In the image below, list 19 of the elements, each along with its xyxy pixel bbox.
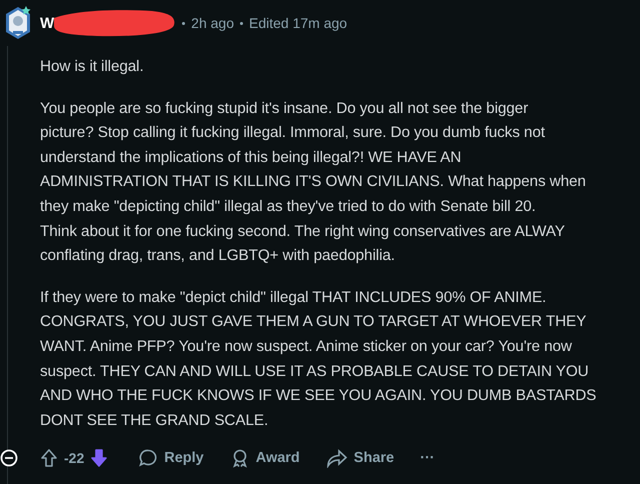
post-time: 2h ago xyxy=(191,15,234,31)
separator-dot xyxy=(182,22,186,24)
speech-bubble-icon xyxy=(138,448,158,468)
more-options-button[interactable]: ··· xyxy=(420,450,435,466)
avatar-icon[interactable] xyxy=(4,5,32,41)
comment-paragraph: How is it illegal. xyxy=(40,57,145,77)
downvote-button[interactable] xyxy=(90,448,108,468)
award-button[interactable]: Award xyxy=(230,448,300,468)
comment-paragraph: You people are so fucking stupid it's insane. Do you all not see the bigger picture? Stop calling it fucking illegal. Immoral, sure. Do you dumb fucks not understand the implications of this being illegal?! WE HAVE AN ADMINISTRATION THAT IS KILLING IT'S OWN CIVILIANS. What happens when they make "depicting child" illegal as they've tried to do with Senate bill 20. Think about it for one fucking second. The right wing conservatives are ALWAY conflating drag, trans, and LGBTQ+ with paedophilia. xyxy=(40,98,587,266)
collapse-toggle[interactable] xyxy=(0,449,18,467)
edited-time: Edited 17m ago xyxy=(249,15,348,31)
share-button[interactable]: Share xyxy=(326,448,394,468)
reply-button[interactable]: Reply xyxy=(138,448,204,468)
separator-dot xyxy=(240,22,243,24)
vote-score: -22 xyxy=(64,450,84,466)
comment-paragraph: If they were to make "depict child" illegal THAT INCLUDES 90% OF ANIME. CONGRATS, YOU JUST GAVE THEM A GUN TO TARGET AT WHOEVER THEY WANT. Anime PFP? You're now suspect. Anime sticker on your car? You're now suspect. THEY CAN AND WILL USE IT AS PROBABLE CAUSE TO DETAIN YOU AND WHO THE FUCK KNOWS IF WE SEE YOU AGAIN. YOU DUMB BASTARDS DONT SEE THE GRAND SCALE. xyxy=(40,288,598,431)
share-arrow-icon xyxy=(326,448,348,468)
username[interactable]: W xyxy=(40,14,54,32)
upvote-button[interactable] xyxy=(40,448,58,468)
